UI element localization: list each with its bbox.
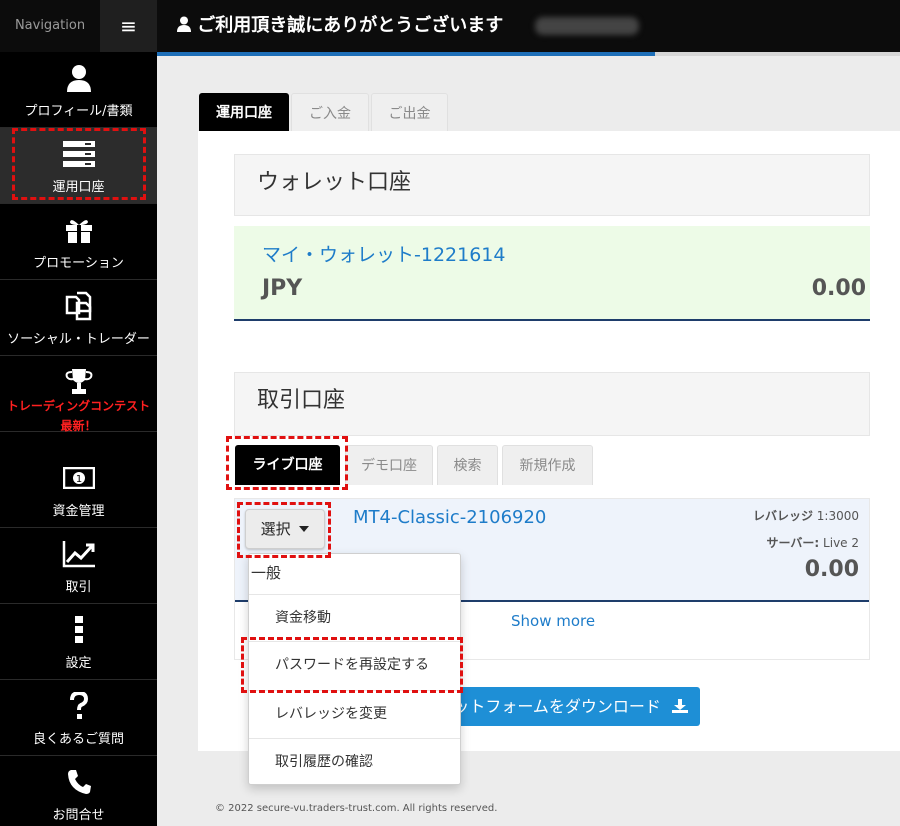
sidebar-item-label: 設定 [65,656,92,671]
blurred-username [535,17,639,35]
sidebar: Navigation ≡ プロフィール/書類 運用口座 プロモーション ソーシャ… [0,0,157,826]
tab-search[interactable]: 検索 [437,445,498,485]
phone-icon [0,766,157,798]
account-name-link[interactable]: MT4-Classic-2106920 [353,507,546,528]
tab-withdraw[interactable]: ご出金 [371,93,448,133]
progress-fill [157,52,655,56]
wallet-panel-title: ウォレット口座 [257,170,412,195]
menu-toggle-button[interactable]: ≡ [100,0,157,52]
sidebar-item-contest[interactable]: トレーディングコンテスト 最新！ [0,356,157,433]
sidebar-item-label: 取引 [65,580,92,595]
sidebar-item-accounts[interactable]: 運用口座 [0,128,157,204]
menu-item-reset-password[interactable]: パスワードを再設定する [249,641,460,688]
welcome-text: ご利用頂き誠にありがとうございます [197,15,504,36]
server-label: サーバー: [766,536,820,550]
footer-copyright: © 2022 secure-vu.traders-trust.com. All … [215,803,498,814]
sidebar-item-label: お問合せ [52,808,105,823]
caret-down-icon [299,526,310,532]
server-info: サーバー: Live 2 [767,534,859,551]
select-label: 選択 [260,520,291,538]
sidebar-item-label: ソーシャル・トレーダー [7,332,150,347]
sidebar-item-trade[interactable]: 取引 [0,528,157,604]
download-icon [672,699,688,713]
trading-panel-title: 取引口座 [257,388,346,413]
gift-icon [0,214,157,246]
menu-item-change-leverage[interactable]: レバレッジを変更 [249,690,460,737]
tab-deposit[interactable]: ご入金 [291,93,369,133]
money-icon: 1 [0,462,157,494]
download-platform-button[interactable]: ットフォームをダウンロード [440,687,700,726]
leverage-label: レバレッジ [752,509,813,523]
menu-item-transfer[interactable]: 資金移動 [249,594,460,641]
sidebar-item-profile[interactable]: プロフィール/書類 [0,52,157,128]
contest-label: トレーディングコンテスト [6,399,151,413]
server-value: Live 2 [823,536,859,550]
sidebar-item-label: 良くあるご質問 [32,732,124,747]
top-bar: ご利用頂き誠にありがとうございます [157,0,900,52]
download-label: ットフォームをダウンロード [453,697,661,716]
sidebar-item-promotion[interactable]: プロモーション [0,204,157,280]
sidebar-item-label: 運用口座 [52,180,105,195]
tab-new-account[interactable]: 新規作成 [502,445,593,485]
select-dropdown-button[interactable]: 選択 [245,509,325,549]
trading-panel-header: 取引口座 [234,372,870,436]
progress-bar [157,52,900,56]
new-badge: 最新！ [60,419,97,433]
chart-icon [0,538,157,570]
question-icon [0,690,157,722]
copy-icon [0,290,157,322]
sidebar-item-contact[interactable]: お問合せ [0,756,157,826]
nav-label: Navigation [14,18,86,33]
show-more-link[interactable]: Show more [511,612,595,630]
server-icon [0,138,157,170]
wallet-balance: 0.00 [811,276,866,301]
menu-item-trade-history[interactable]: 取引履歴の確認 [249,738,460,785]
hamburger-icon: ≡ [120,14,137,38]
user-icon [177,16,191,32]
wallet-card: マイ・ウォレット-1221614 JPY 0.00 [234,226,870,321]
sidebar-item-funds[interactable]: 1 資金管理 [0,452,157,528]
welcome-title: ご利用頂き誠にありがとうございます [177,0,503,52]
tab-live-account[interactable]: ライブ口座 [235,445,340,485]
sidebar-item-label: プロモーション [33,256,124,271]
sidebar-item-label: トレーディングコンテスト 最新！ [0,396,157,436]
sidebar-item-faq[interactable]: 良くあるご質問 [0,680,157,756]
leverage-value: 1:3000 [816,509,859,523]
leverage-info: レバレッジ 1:3000 [753,507,859,524]
wallet-currency: JPY [262,276,303,301]
wallet-account-link[interactable]: マイ・ウォレット-1221614 [262,240,505,267]
sidebar-item-label: プロフィール/書類 [24,104,133,119]
wallet-panel-header: ウォレット口座 [234,154,870,216]
user-icon [0,62,157,94]
account-balance: 0.00 [804,557,859,582]
sidebar-item-label: 資金管理 [52,504,105,519]
vertical-dots-icon [0,614,157,646]
menu-section-header: 一般 [251,564,282,582]
sidebar-item-social-trader[interactable]: ソーシャル・トレーダー [0,280,157,356]
tab-demo-account[interactable]: デモ口座 [345,445,433,485]
account-actions-menu: 一般 資金移動 パスワードを再設定する レバレッジを変更 取引履歴の確認 [248,553,461,785]
trophy-icon [0,366,157,398]
svg-text:1: 1 [75,474,81,485]
nav-header: Navigation ≡ [0,0,157,52]
tab-accounts[interactable]: 運用口座 [199,93,289,133]
sidebar-item-settings[interactable]: 設定 [0,604,157,680]
